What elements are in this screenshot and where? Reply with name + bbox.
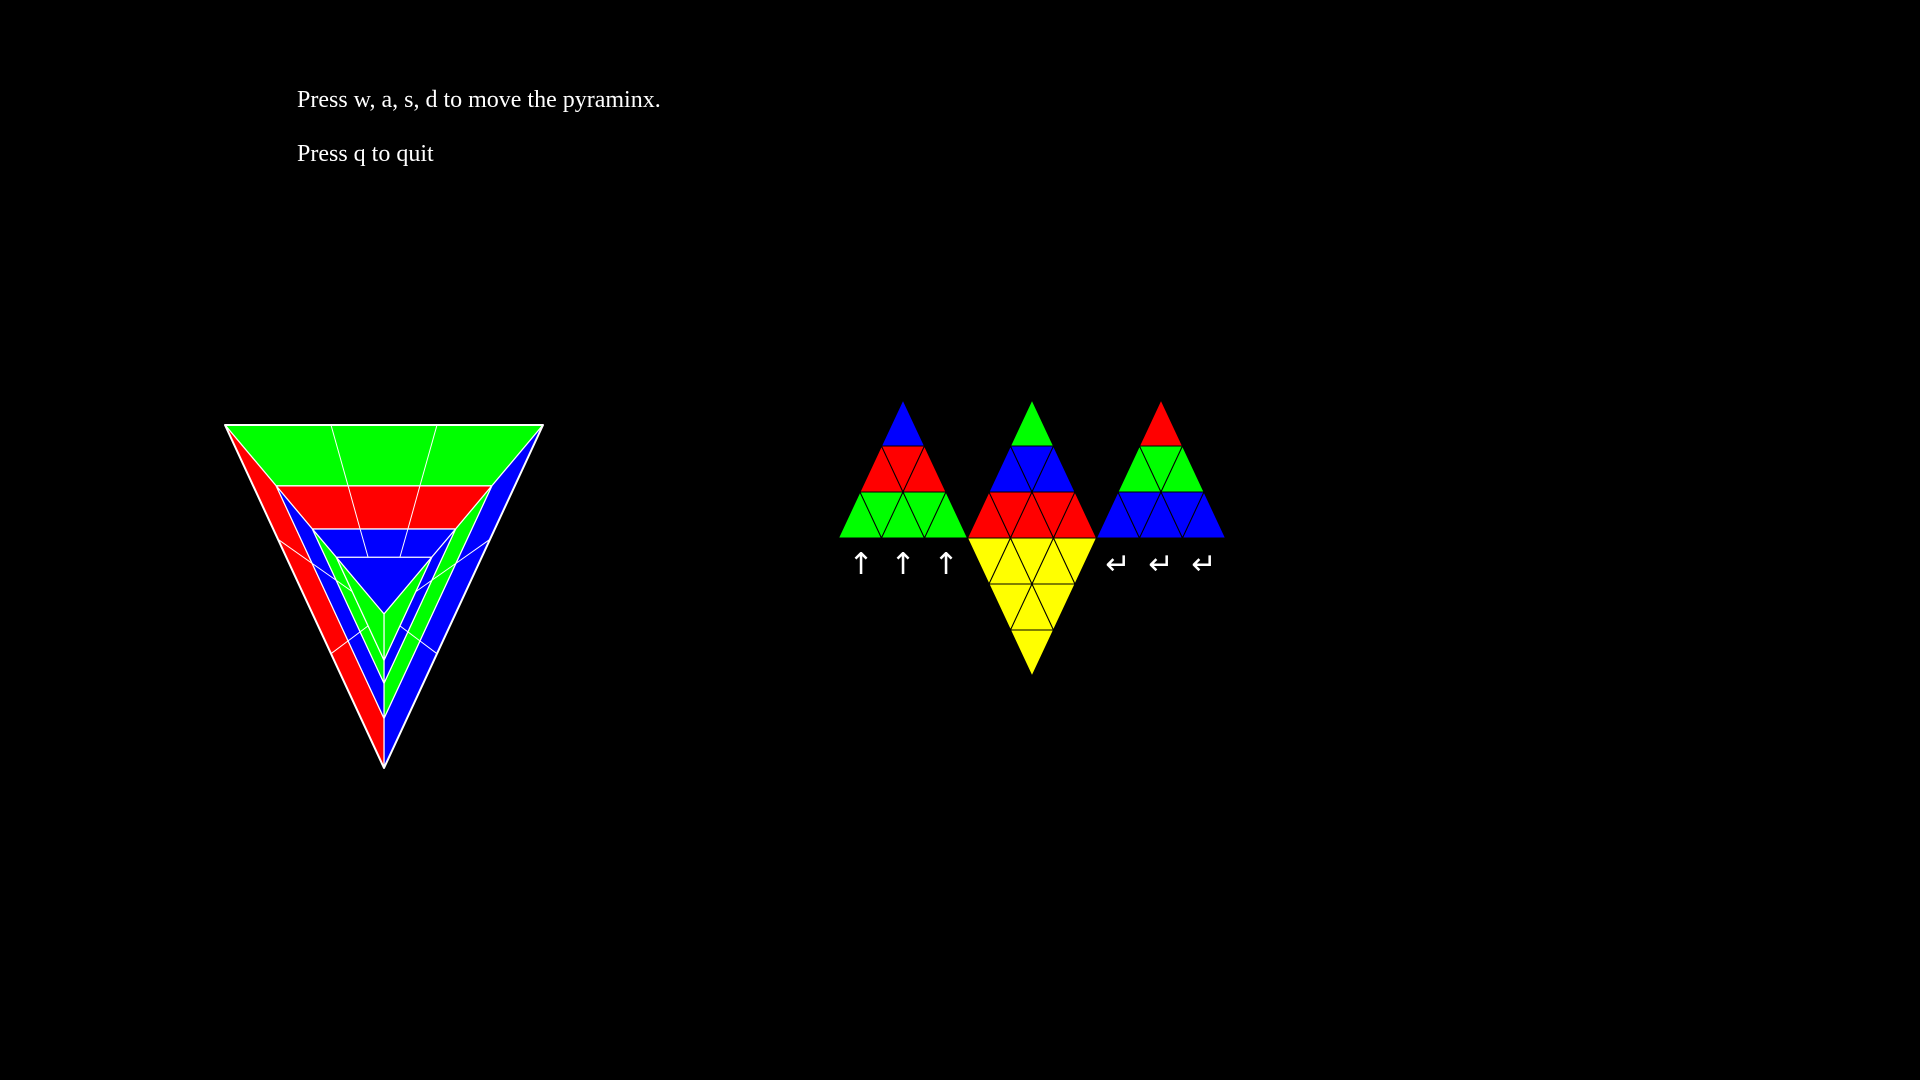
pyraminx-3d-view[interactable] — [224, 424, 544, 769]
pyraminx-ring-top-band — [311, 528, 457, 558]
net-left-face-sticker — [881, 399, 925, 447]
pyraminx-net — [838, 399, 1226, 677]
pyraminx-ring-top-band — [275, 485, 493, 530]
net-bottom-face-sticker — [1010, 629, 1054, 677]
pyraminx-ring-top-band — [224, 424, 544, 487]
up-arrow-icon: ↑ — [848, 547, 874, 582]
return-arrow-icon: ↵ — [1191, 547, 1217, 582]
return-arrow-icon: ↵ — [1148, 547, 1174, 582]
up-arrow-icon: ↑ — [933, 547, 959, 582]
up-arrow-icon: ↑ — [890, 547, 916, 582]
return-arrow-icon: ↵ — [1105, 547, 1131, 582]
game-canvas[interactable] — [0, 0, 1920, 1080]
net-center-face-sticker — [1010, 399, 1054, 447]
net-right-face-sticker — [1139, 399, 1183, 447]
